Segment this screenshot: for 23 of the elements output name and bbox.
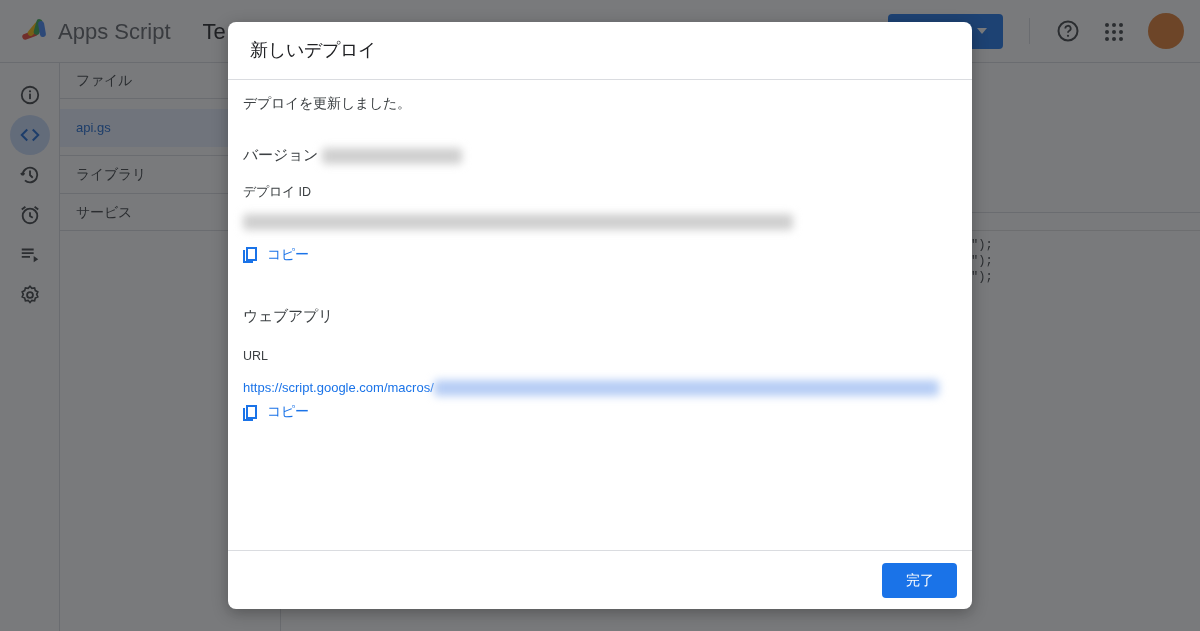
avatar[interactable] <box>1148 13 1184 49</box>
caret-icon <box>977 28 987 34</box>
dialog-title: 新しいデプロイ <box>250 39 376 62</box>
help-icon[interactable] <box>1056 19 1080 43</box>
copy-icon <box>243 245 259 263</box>
code-line: "); <box>971 270 993 284</box>
apps-grid-icon[interactable] <box>1104 20 1124 42</box>
nav-rail-button[interactable] <box>9 115 50 155</box>
url-link[interactable]: https://script.google.com/macros/ <box>243 377 434 398</box>
history-icon <box>18 164 41 186</box>
panel-header: ファイル <box>76 71 132 90</box>
done-button[interactable]: 完了 <box>882 562 957 598</box>
code-line: "); <box>971 238 993 252</box>
copy-link[interactable]: コピー <box>243 243 309 265</box>
copy-link[interactable]: コピー <box>243 401 309 423</box>
section-heading: ウェブアプリ <box>243 305 334 326</box>
info-icon <box>18 84 41 106</box>
copy-icon <box>243 402 259 421</box>
app-title: Apps Script <box>58 17 171 46</box>
project-title: Te <box>202 17 226 46</box>
code-line: "); <box>971 254 993 268</box>
settings-icon <box>18 284 41 306</box>
url-label: URL <box>243 348 269 365</box>
